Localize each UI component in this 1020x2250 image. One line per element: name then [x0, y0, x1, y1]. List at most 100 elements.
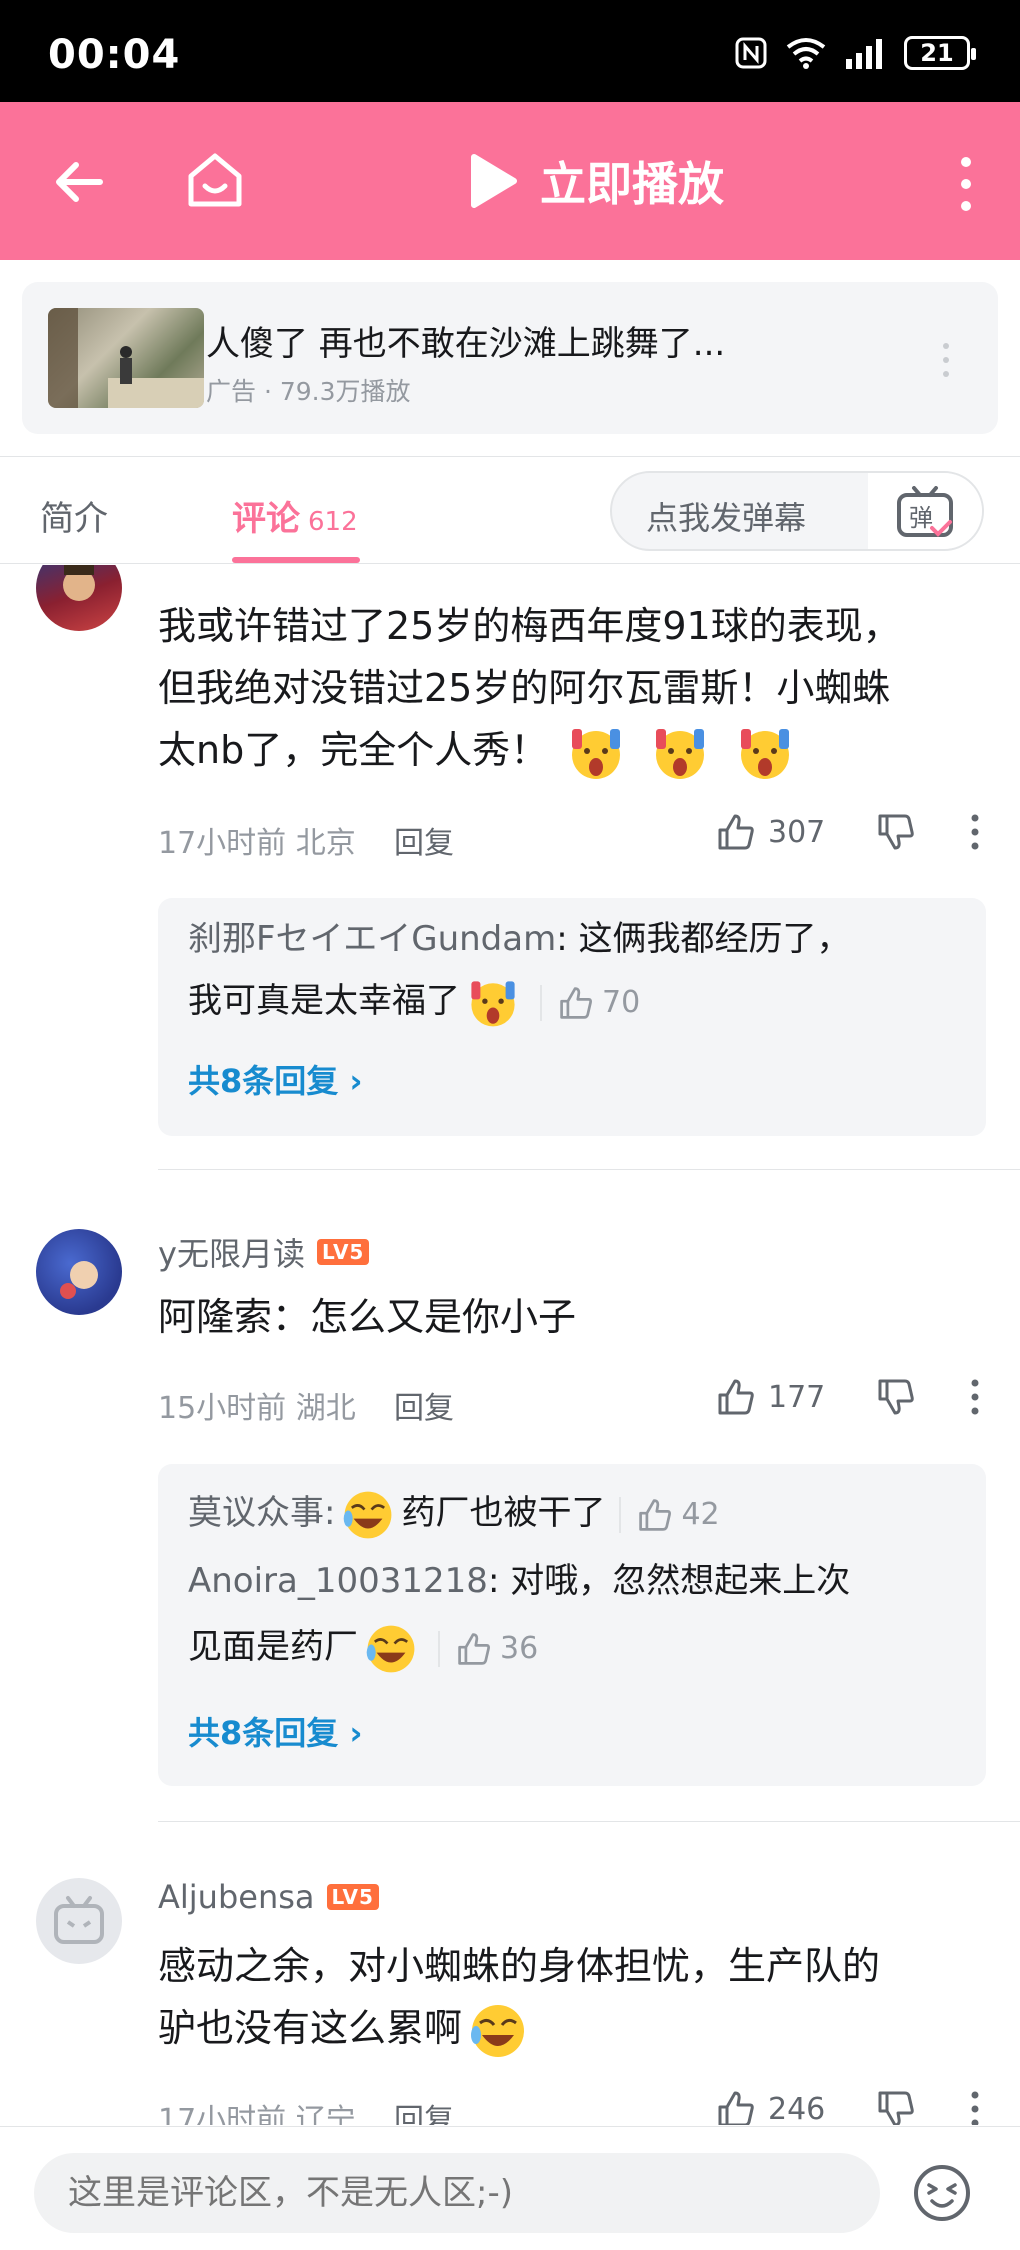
reply-preview-box[interactable]: 莫议众事: 药厂也被干了 42 Anoira_10031218: 对哦，忽然想起来上… [158, 1464, 986, 1786]
comment-compose-bar [0, 2126, 1020, 2250]
thumbs-up-icon [560, 986, 592, 1019]
tab-intro[interactable]: 简介 [40, 491, 108, 540]
reply-text: : 对哦，忽然想起来上次 [487, 1561, 851, 1601]
reply-like-count: 70 [602, 984, 641, 1020]
emoji-picker-icon[interactable] [912, 2163, 972, 2223]
reply-like-button[interactable]: 70 [540, 984, 641, 1021]
ad-title: 人傻了 再也不敢在沙滩上跳舞了... [206, 324, 726, 364]
reply-preview-box[interactable]: 刹那FセイエイGundam: 这俩我都经历了， 我可真是太幸福了 70 共8条回复… [158, 898, 986, 1136]
tab-bar: 简介 评论 612 点我发弹幕 弹 [0, 456, 1020, 564]
reply-user[interactable]: 刹那FセイエイGundam [188, 919, 556, 959]
thumbs-up-icon [718, 2091, 754, 2125]
ad-menu-icon[interactable] [942, 342, 950, 378]
active-tab-indicator [232, 557, 360, 563]
thumbs-down-icon[interactable] [876, 1377, 916, 1417]
reply-like-button[interactable]: 42 [619, 1496, 720, 1533]
like-count: 177 [768, 1379, 826, 1415]
reply-item: 莫议众事: 药厂也被干了 42 [188, 1482, 968, 1544]
reply-item: 刹那FセイエイGundam: 这俩我都经历了， [188, 908, 968, 970]
level-badge: LV5 [326, 1884, 379, 1910]
tab-comments[interactable]: 评论 612 [232, 491, 358, 540]
more-vertical-icon[interactable] [954, 154, 978, 214]
comment-more-icon[interactable] [970, 1379, 980, 1415]
play-icon [471, 154, 517, 208]
view-more-replies-link[interactable]: 共8条回复 › [188, 1056, 363, 1102]
avatar[interactable] [36, 565, 122, 631]
comment-more-icon[interactable] [970, 2091, 980, 2125]
comment-text: 阿隆索：怎么又是你小子 [158, 1286, 978, 1348]
thumbs-down-icon[interactable] [876, 2089, 916, 2125]
comment-more-icon[interactable] [970, 814, 980, 850]
reply-like-button[interactable]: 36 [438, 1630, 539, 1667]
status-bar: 00:04 21 [0, 0, 1020, 102]
thumbs-up-icon [718, 814, 754, 850]
like-button[interactable]: 307 [716, 812, 825, 852]
comment-text: 我或许错过了25岁的梅西年度91球的表现， 但我绝对没错过25岁的阿尔瓦雷斯！小… [158, 595, 978, 783]
avatar[interactable] [36, 1229, 122, 1315]
reply-like-count: 36 [500, 1630, 539, 1666]
comment-line: 阿隆索：怎么又是你小子 [158, 1295, 577, 1339]
comment-meta-row: 15小时前 湖北 回复 177 [158, 1375, 988, 1427]
username-text: y无限月读 [158, 1235, 305, 1273]
like-count: 307 [768, 814, 826, 850]
ad-card[interactable]: 人傻了 再也不敢在沙滩上跳舞了... 广告 · 79.3万播放 [22, 282, 998, 434]
comment-line-text: 驴也没有这么累啊 [158, 2006, 463, 2050]
thumbs-down-icon[interactable] [876, 812, 916, 852]
reply-text: 见面是药厂 [188, 1627, 358, 1667]
danmaku-input[interactable]: 点我发弹幕 弹 [610, 471, 984, 551]
scream-emoji-icon [740, 728, 789, 779]
laugh-cry-emoji-icon [366, 1625, 415, 1672]
signal-icon [846, 39, 882, 69]
reply-button[interactable]: 回复 [394, 818, 454, 862]
reply-user[interactable]: 莫议众事 [188, 1493, 324, 1533]
reply-text: : 这俩我都经历了， [556, 919, 851, 959]
home-icon[interactable] [183, 148, 247, 212]
ad-thumbnail [48, 308, 204, 408]
like-button[interactable]: 177 [716, 1377, 825, 1417]
reply-button[interactable]: 回复 [394, 2095, 454, 2125]
comment-time: 17小时前 辽宁 [158, 2103, 356, 2125]
comment-time: 17小时前 北京 [158, 826, 356, 861]
ad-meta: 广告 · 79.3万播放 [206, 377, 411, 406]
comment-list: 我或许错过了25岁的梅西年度91球的表现， 但我绝对没错过25岁的阿尔瓦雷斯！小… [0, 565, 1020, 2125]
username-text: Aljubensa [158, 1878, 315, 1916]
svg-text:弹: 弹 [909, 504, 933, 532]
comment-input[interactable] [34, 2153, 880, 2233]
comment-meta-row: 17小时前 辽宁 回复 246 [158, 2087, 988, 2125]
reply-text: 我可真是太幸福了 [188, 981, 460, 1021]
level-badge: LV5 [316, 1239, 370, 1265]
comment-line: 太nb了，完全个人秀！ [158, 719, 978, 783]
danmaku-tv-icon: 弹 [897, 486, 953, 537]
play-now-button[interactable]: 立即播放 [468, 148, 724, 214]
like-button[interactable]: 246 [716, 2089, 825, 2125]
reply-item: Anoira_10031218: 对哦，忽然想起来上次 [188, 1550, 968, 1612]
comment-username[interactable]: Aljubensa LV5 [158, 1878, 379, 1916]
danmaku-toggle-button[interactable]: 弹 [868, 473, 982, 549]
comment-time: 15小时前 湖北 [158, 1391, 356, 1426]
comment-divider [158, 1169, 1020, 1170]
back-arrow-icon[interactable] [50, 152, 110, 212]
comment-username[interactable]: y无限月读 LV5 [158, 1229, 370, 1275]
nfc-icon [735, 37, 767, 69]
tab-comments-count: 612 [308, 507, 358, 537]
view-more-replies-link[interactable]: 共8条回复 › [188, 1708, 363, 1754]
reply-button[interactable]: 回复 [394, 1383, 454, 1427]
reply-user[interactable]: Anoira_10031218 [188, 1561, 488, 1601]
top-nav-bar: 立即播放 [0, 102, 1020, 260]
laugh-cry-emoji-icon [344, 1491, 392, 1538]
comment-line: 但我绝对没错过25岁的阿尔瓦雷斯！小蜘蛛 [158, 666, 891, 710]
reply-item-cont: 我可真是太幸福了 70 [188, 970, 968, 1032]
reply-text: 药厂也被干了 [401, 1493, 606, 1533]
comment-line-text: 太nb了，完全个人秀！ [158, 728, 549, 772]
scream-emoji-icon [572, 728, 621, 779]
status-time: 00:04 [48, 32, 181, 78]
thumbs-up-icon [718, 1379, 754, 1415]
thumbs-up-icon [458, 1632, 490, 1665]
like-count: 246 [768, 2091, 826, 2126]
laugh-cry-emoji-icon [471, 2004, 525, 2057]
avatar[interactable] [36, 1878, 122, 1964]
scream-emoji-icon [471, 980, 515, 1026]
play-now-label: 立即播放 [540, 157, 724, 211]
scream-emoji-icon [656, 728, 705, 779]
reply-item-cont: 见面是药厂 36 [188, 1616, 968, 1678]
